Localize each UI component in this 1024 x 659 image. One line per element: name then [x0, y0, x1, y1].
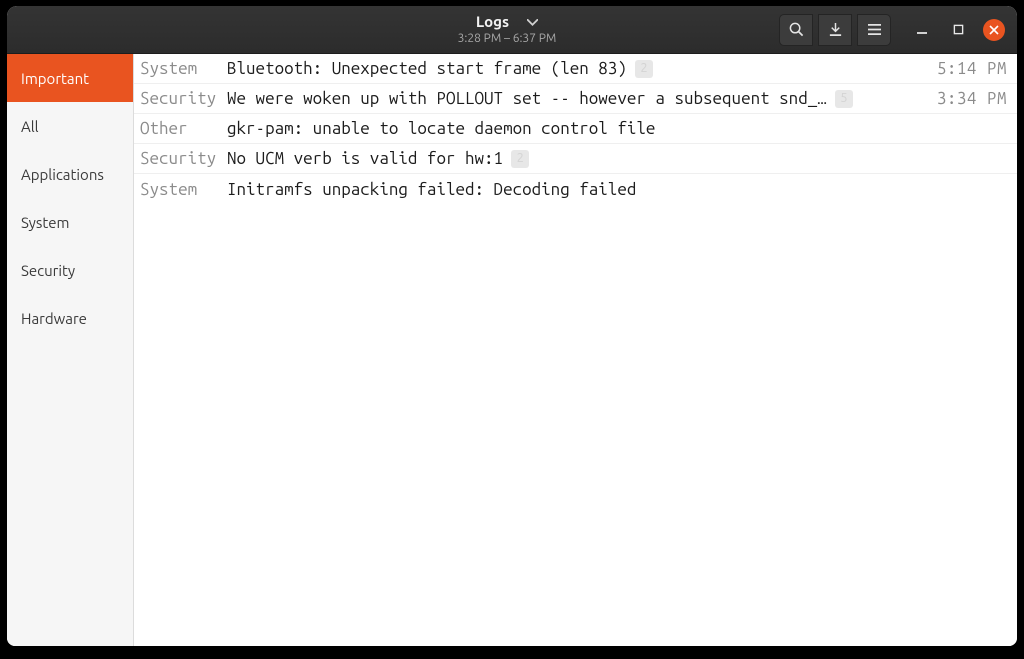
log-time: 5:14 PM — [923, 59, 1007, 78]
sidebar-item-system[interactable]: System — [7, 198, 133, 246]
chevron-down-icon[interactable] — [527, 19, 538, 26]
log-row[interactable]: Security No UCM verb is valid for hw:1 2 — [134, 144, 1017, 174]
log-category: Security — [140, 89, 227, 108]
log-row[interactable]: Other gkr-pam: unable to locate daemon c… — [134, 114, 1017, 144]
log-message-cell: No UCM verb is valid for hw:1 2 — [227, 149, 1007, 168]
time-range-subtitle: 3:28 PM – 6:37 PM — [458, 32, 557, 45]
maximize-button[interactable] — [947, 19, 969, 41]
count-badge: 2 — [635, 60, 653, 78]
close-icon — [989, 21, 999, 39]
sidebar-item-applications[interactable]: Applications — [7, 150, 133, 198]
window-title: Logs — [476, 14, 509, 31]
log-message-cell: We were woken up with POLLOUT set -- how… — [227, 89, 923, 108]
titlebar-center[interactable]: Logs 3:28 PM – 6:37 PM — [235, 14, 779, 45]
sidebar-item-label: Security — [21, 262, 75, 279]
log-row[interactable]: Security We were woken up with POLLOUT s… — [134, 84, 1017, 114]
count-badge: 2 — [511, 150, 529, 168]
window-body: Important All Applications System Securi… — [7, 54, 1017, 646]
search-button[interactable] — [779, 14, 813, 46]
hamburger-menu-button[interactable] — [857, 14, 891, 46]
sidebar: Important All Applications System Securi… — [7, 54, 134, 646]
log-row[interactable]: System Initramfs unpacking failed: Decod… — [134, 174, 1017, 204]
log-category: Security — [140, 149, 227, 168]
export-icon — [828, 22, 843, 37]
title-row: Logs — [476, 14, 538, 31]
log-time: 3:34 PM — [923, 89, 1007, 108]
close-button[interactable] — [983, 19, 1005, 41]
logs-window: Logs 3:28 PM – 6:37 PM — [7, 6, 1017, 646]
titlebar: Logs 3:28 PM – 6:37 PM — [7, 6, 1017, 54]
maximize-icon — [953, 21, 964, 39]
sidebar-item-label: System — [21, 214, 70, 231]
sidebar-item-label: All — [21, 118, 39, 135]
sidebar-item-label: Applications — [21, 166, 104, 183]
sidebar-item-all[interactable]: All — [7, 102, 133, 150]
log-message-cell: Initramfs unpacking failed: Decoding fai… — [227, 180, 1007, 199]
log-message: Bluetooth: Unexpected start frame (len 8… — [227, 59, 627, 78]
sidebar-item-hardware[interactable]: Hardware — [7, 294, 133, 342]
minimize-icon — [916, 21, 928, 39]
log-message: gkr-pam: unable to locate daemon control… — [227, 119, 655, 138]
sidebar-item-important[interactable]: Important — [7, 54, 133, 102]
log-row[interactable]: System Bluetooth: Unexpected start frame… — [134, 54, 1017, 84]
minimize-button[interactable] — [911, 19, 933, 41]
log-message: Initramfs unpacking failed: Decoding fai… — [227, 180, 636, 199]
sidebar-item-label: Hardware — [21, 310, 87, 327]
sidebar-item-security[interactable]: Security — [7, 246, 133, 294]
log-category: System — [140, 59, 227, 78]
window-controls — [911, 19, 1005, 41]
log-message-cell: gkr-pam: unable to locate daemon control… — [227, 119, 1007, 138]
export-button[interactable] — [818, 14, 852, 46]
log-list: System Bluetooth: Unexpected start frame… — [134, 54, 1017, 646]
log-message: We were woken up with POLLOUT set -- how… — [227, 89, 827, 108]
header-right-controls — [779, 14, 1009, 46]
count-badge: 5 — [835, 90, 853, 108]
sidebar-item-label: Important — [21, 70, 89, 87]
log-category: System — [140, 180, 227, 199]
log-category: Other — [140, 119, 227, 138]
log-message-cell: Bluetooth: Unexpected start frame (len 8… — [227, 59, 923, 78]
search-icon — [789, 22, 804, 37]
hamburger-icon — [867, 23, 882, 36]
log-message: No UCM verb is valid for hw:1 — [227, 149, 503, 168]
